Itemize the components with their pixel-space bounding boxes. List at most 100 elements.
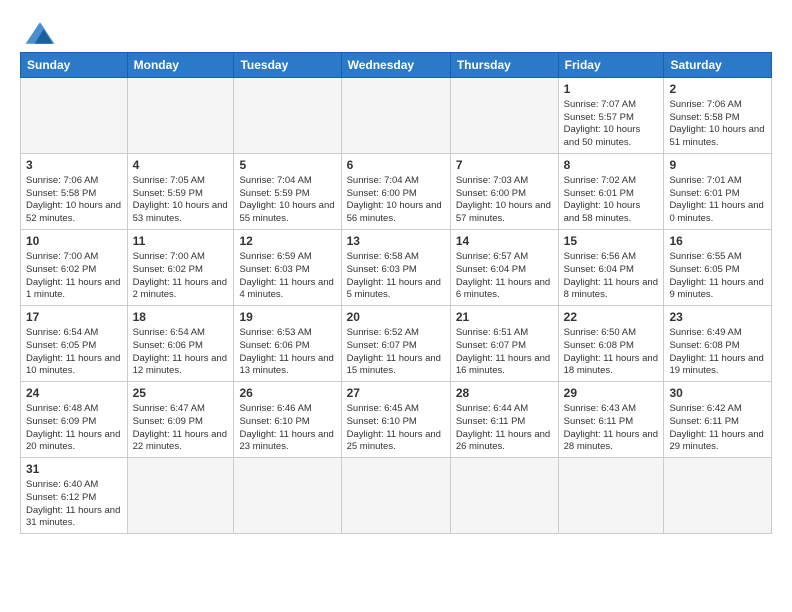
calendar-cell: 15Sunrise: 6:56 AM Sunset: 6:04 PM Dayli… — [558, 230, 664, 306]
day-number: 11 — [133, 233, 229, 250]
day-number: 26 — [239, 385, 335, 402]
day-info: Sunrise: 7:04 AM Sunset: 5:59 PM Dayligh… — [239, 175, 335, 226]
day-number: 1 — [564, 81, 659, 98]
calendar-cell: 8Sunrise: 7:02 AM Sunset: 6:01 PM Daylig… — [558, 154, 664, 230]
day-number: 24 — [26, 385, 122, 402]
calendar-cell: 29Sunrise: 6:43 AM Sunset: 6:11 PM Dayli… — [558, 382, 664, 458]
day-number: 29 — [564, 385, 659, 402]
calendar-cell: 10Sunrise: 7:00 AM Sunset: 6:02 PM Dayli… — [21, 230, 128, 306]
calendar-cell: 3Sunrise: 7:06 AM Sunset: 5:58 PM Daylig… — [21, 154, 128, 230]
calendar-cell: 6Sunrise: 7:04 AM Sunset: 6:00 PM Daylig… — [341, 154, 450, 230]
day-info: Sunrise: 6:49 AM Sunset: 6:08 PM Dayligh… — [669, 327, 766, 378]
day-info: Sunrise: 7:07 AM Sunset: 5:57 PM Dayligh… — [564, 99, 659, 150]
day-info: Sunrise: 7:06 AM Sunset: 5:58 PM Dayligh… — [669, 99, 766, 150]
calendar-cell: 19Sunrise: 6:53 AM Sunset: 6:06 PM Dayli… — [234, 306, 341, 382]
calendar-cell — [341, 78, 450, 154]
day-info: Sunrise: 7:06 AM Sunset: 5:58 PM Dayligh… — [26, 175, 122, 226]
calendar-cell: 1Sunrise: 7:07 AM Sunset: 5:57 PM Daylig… — [558, 78, 664, 154]
day-info: Sunrise: 6:42 AM Sunset: 6:11 PM Dayligh… — [669, 403, 766, 454]
day-info: Sunrise: 7:00 AM Sunset: 6:02 PM Dayligh… — [133, 251, 229, 302]
day-info: Sunrise: 6:58 AM Sunset: 6:03 PM Dayligh… — [347, 251, 445, 302]
calendar-cell — [234, 458, 341, 534]
day-info: Sunrise: 6:56 AM Sunset: 6:04 PM Dayligh… — [564, 251, 659, 302]
calendar-cell: 17Sunrise: 6:54 AM Sunset: 6:05 PM Dayli… — [21, 306, 128, 382]
day-info: Sunrise: 6:45 AM Sunset: 6:10 PM Dayligh… — [347, 403, 445, 454]
day-info: Sunrise: 7:03 AM Sunset: 6:00 PM Dayligh… — [456, 175, 553, 226]
calendar-cell: 28Sunrise: 6:44 AM Sunset: 6:11 PM Dayli… — [450, 382, 558, 458]
day-number: 3 — [26, 157, 122, 174]
day-number: 22 — [564, 309, 659, 326]
day-number: 28 — [456, 385, 553, 402]
weekday-header-thursday: Thursday — [450, 53, 558, 78]
logo — [20, 18, 58, 46]
calendar-cell — [558, 458, 664, 534]
calendar-cell: 21Sunrise: 6:51 AM Sunset: 6:07 PM Dayli… — [450, 306, 558, 382]
day-info: Sunrise: 6:59 AM Sunset: 6:03 PM Dayligh… — [239, 251, 335, 302]
calendar-cell: 20Sunrise: 6:52 AM Sunset: 6:07 PM Dayli… — [341, 306, 450, 382]
day-number: 27 — [347, 385, 445, 402]
day-info: Sunrise: 7:02 AM Sunset: 6:01 PM Dayligh… — [564, 175, 659, 226]
day-number: 16 — [669, 233, 766, 250]
calendar-cell: 16Sunrise: 6:55 AM Sunset: 6:05 PM Dayli… — [664, 230, 772, 306]
calendar-cell — [450, 78, 558, 154]
day-number: 15 — [564, 233, 659, 250]
calendar-cell — [664, 458, 772, 534]
day-number: 13 — [347, 233, 445, 250]
day-number: 30 — [669, 385, 766, 402]
calendar-cell — [21, 78, 128, 154]
day-number: 25 — [133, 385, 229, 402]
day-number: 20 — [347, 309, 445, 326]
calendar-cell: 14Sunrise: 6:57 AM Sunset: 6:04 PM Dayli… — [450, 230, 558, 306]
day-info: Sunrise: 7:01 AM Sunset: 6:01 PM Dayligh… — [669, 175, 766, 226]
calendar-week-row: 10Sunrise: 7:00 AM Sunset: 6:02 PM Dayli… — [21, 230, 772, 306]
calendar-cell: 18Sunrise: 6:54 AM Sunset: 6:06 PM Dayli… — [127, 306, 234, 382]
calendar-cell: 27Sunrise: 6:45 AM Sunset: 6:10 PM Dayli… — [341, 382, 450, 458]
day-info: Sunrise: 6:57 AM Sunset: 6:04 PM Dayligh… — [456, 251, 553, 302]
calendar-cell: 25Sunrise: 6:47 AM Sunset: 6:09 PM Dayli… — [127, 382, 234, 458]
day-number: 9 — [669, 157, 766, 174]
calendar-cell — [341, 458, 450, 534]
calendar-cell: 5Sunrise: 7:04 AM Sunset: 5:59 PM Daylig… — [234, 154, 341, 230]
day-number: 17 — [26, 309, 122, 326]
calendar-cell: 12Sunrise: 6:59 AM Sunset: 6:03 PM Dayli… — [234, 230, 341, 306]
day-info: Sunrise: 6:40 AM Sunset: 6:12 PM Dayligh… — [26, 479, 122, 530]
day-info: Sunrise: 6:47 AM Sunset: 6:09 PM Dayligh… — [133, 403, 229, 454]
calendar-week-row: 17Sunrise: 6:54 AM Sunset: 6:05 PM Dayli… — [21, 306, 772, 382]
calendar-cell: 7Sunrise: 7:03 AM Sunset: 6:00 PM Daylig… — [450, 154, 558, 230]
day-number: 8 — [564, 157, 659, 174]
calendar-cell: 4Sunrise: 7:05 AM Sunset: 5:59 PM Daylig… — [127, 154, 234, 230]
weekday-header-saturday: Saturday — [664, 53, 772, 78]
calendar-cell: 22Sunrise: 6:50 AM Sunset: 6:08 PM Dayli… — [558, 306, 664, 382]
calendar-week-row: 3Sunrise: 7:06 AM Sunset: 5:58 PM Daylig… — [21, 154, 772, 230]
day-number: 14 — [456, 233, 553, 250]
weekday-header-wednesday: Wednesday — [341, 53, 450, 78]
day-number: 12 — [239, 233, 335, 250]
day-number: 21 — [456, 309, 553, 326]
day-number: 19 — [239, 309, 335, 326]
day-info: Sunrise: 6:50 AM Sunset: 6:08 PM Dayligh… — [564, 327, 659, 378]
weekday-header-sunday: Sunday — [21, 53, 128, 78]
day-info: Sunrise: 7:04 AM Sunset: 6:00 PM Dayligh… — [347, 175, 445, 226]
calendar-cell — [450, 458, 558, 534]
day-number: 31 — [26, 461, 122, 478]
day-info: Sunrise: 6:51 AM Sunset: 6:07 PM Dayligh… — [456, 327, 553, 378]
page: SundayMondayTuesdayWednesdayThursdayFrid… — [0, 0, 792, 612]
calendar-cell: 24Sunrise: 6:48 AM Sunset: 6:09 PM Dayli… — [21, 382, 128, 458]
day-info: Sunrise: 6:53 AM Sunset: 6:06 PM Dayligh… — [239, 327, 335, 378]
day-number: 4 — [133, 157, 229, 174]
calendar-cell — [127, 78, 234, 154]
day-info: Sunrise: 6:43 AM Sunset: 6:11 PM Dayligh… — [564, 403, 659, 454]
weekday-header-tuesday: Tuesday — [234, 53, 341, 78]
calendar-cell: 26Sunrise: 6:46 AM Sunset: 6:10 PM Dayli… — [234, 382, 341, 458]
header — [20, 18, 772, 46]
calendar-week-row: 24Sunrise: 6:48 AM Sunset: 6:09 PM Dayli… — [21, 382, 772, 458]
day-info: Sunrise: 6:54 AM Sunset: 6:05 PM Dayligh… — [26, 327, 122, 378]
day-number: 23 — [669, 309, 766, 326]
day-info: Sunrise: 6:54 AM Sunset: 6:06 PM Dayligh… — [133, 327, 229, 378]
calendar-cell: 31Sunrise: 6:40 AM Sunset: 6:12 PM Dayli… — [21, 458, 128, 534]
calendar-cell — [127, 458, 234, 534]
day-info: Sunrise: 6:48 AM Sunset: 6:09 PM Dayligh… — [26, 403, 122, 454]
weekday-header-monday: Monday — [127, 53, 234, 78]
day-number: 5 — [239, 157, 335, 174]
calendar-cell — [234, 78, 341, 154]
